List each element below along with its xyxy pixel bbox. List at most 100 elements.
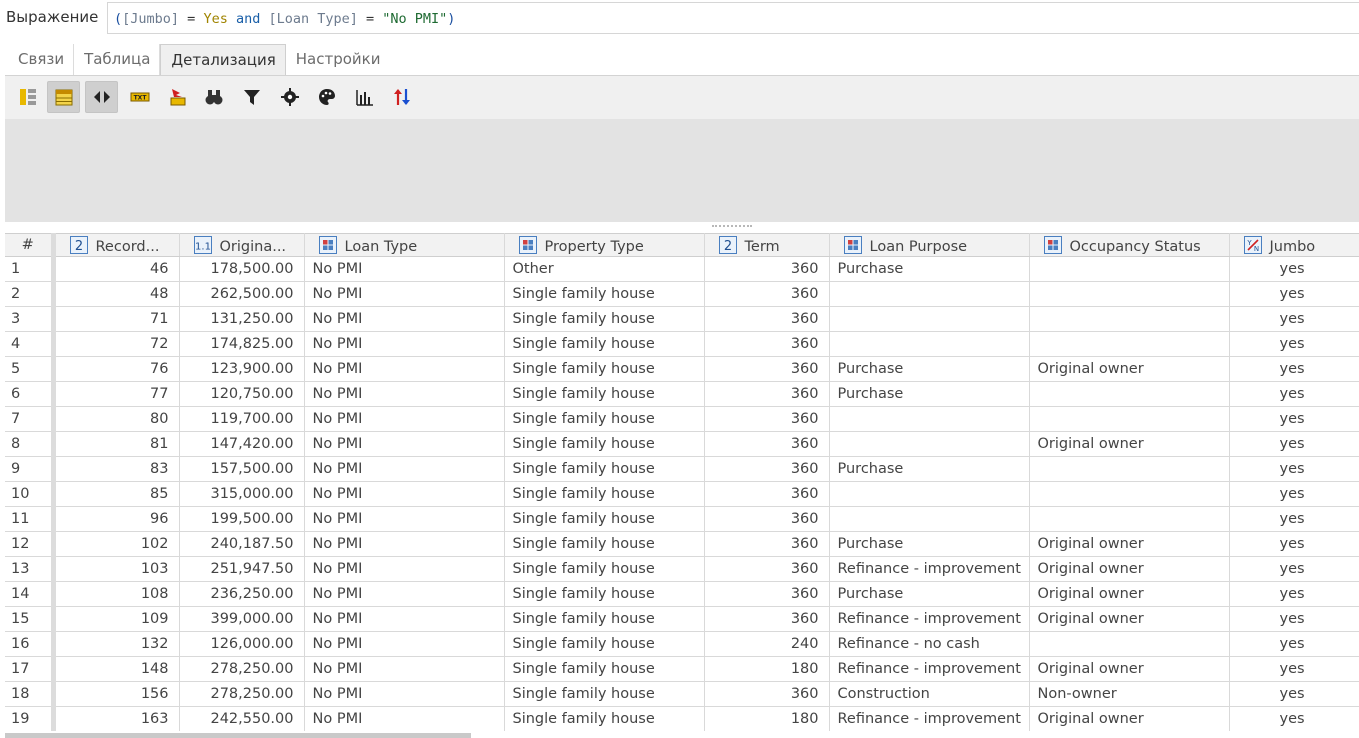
table-cell[interactable]: 174,825.00 [179,331,305,357]
table-cell[interactable] [829,481,1030,507]
column-header[interactable]: Property Type [504,233,705,257]
table-cell[interactable]: yes [1229,306,1359,332]
table-cell[interactable]: Single family house [504,556,705,582]
table-cell[interactable]: 13 [5,556,56,582]
table-row[interactable]: 2 48 262,500.00 No PMI Single family house 36… [5,281,1359,307]
table-cell[interactable]: 360 [704,556,830,582]
table-cell[interactable]: 7 [5,406,56,432]
table-button[interactable] [47,81,80,113]
table-cell[interactable]: Refinance - improvement [829,706,1030,731]
table-cell[interactable]: Single family house [504,481,705,507]
table-row[interactable]: 10 85 315,000.00 No PMI Single family house 3… [5,481,1359,507]
table-cell[interactable]: No PMI [304,706,505,731]
table-row[interactable]: 9 83 157,500.00 No PMI Single family house 36… [5,456,1359,482]
table-cell[interactable]: Single family house [504,306,705,332]
table-cell[interactable]: 16 [5,631,56,657]
table-cell[interactable]: Refinance - no cash [829,631,1030,657]
table-cell[interactable]: No PMI [304,481,505,507]
table-cell[interactable]: yes [1229,706,1359,731]
table-cell[interactable]: No PMI [304,306,505,332]
table-cell[interactable]: No PMI [304,581,505,607]
table-cell[interactable]: Purchase [829,581,1030,607]
table-cell[interactable] [1029,381,1230,407]
column-header[interactable]: Loan Purpose [829,233,1030,257]
tab-2[interactable]: Детализация [160,44,286,76]
tab-3[interactable]: Настройки [286,44,390,76]
table-cell[interactable]: yes [1229,456,1359,482]
table-cell[interactable]: Single family house [504,281,705,307]
table-cell[interactable]: Single family house [504,356,705,382]
table-cell[interactable] [829,331,1030,357]
table-cell[interactable]: 236,250.00 [179,581,305,607]
fit-width-button[interactable] [85,81,118,113]
sort-button[interactable] [385,81,418,113]
table-cell[interactable]: 131,250.00 [179,306,305,332]
table-cell[interactable]: 360 [704,356,830,382]
table-cell[interactable]: 199,500.00 [179,506,305,532]
table-row[interactable]: 17 148 278,250.00 No PMI Single family house… [5,656,1359,682]
table-cell[interactable]: Original owner [1029,706,1230,731]
table-cell[interactable]: 315,000.00 [179,481,305,507]
table-cell[interactable]: Single family house [504,681,705,707]
columns-button[interactable] [11,81,44,113]
table-cell[interactable]: 109 [53,606,180,632]
table-cell[interactable] [1029,331,1230,357]
table-cell[interactable]: Single family house [504,631,705,657]
table-cell[interactable]: No PMI [304,381,505,407]
table-cell[interactable]: yes [1229,431,1359,457]
table-cell[interactable] [1029,456,1230,482]
column-header[interactable]: 1.1 Origina... [179,233,305,257]
table-cell[interactable]: 360 [704,681,830,707]
binoculars-button[interactable] [197,81,230,113]
table-cell[interactable]: Single family house [504,531,705,557]
table-cell[interactable]: 77 [53,381,180,407]
table-cell[interactable]: yes [1229,581,1359,607]
column-header[interactable]: Occupancy Status [1029,233,1230,257]
table-cell[interactable]: 360 [704,456,830,482]
table-cell[interactable]: Single family house [504,381,705,407]
table-cell[interactable]: Original owner [1029,606,1230,632]
table-cell[interactable]: 360 [704,606,830,632]
table-cell[interactable]: Single family house [504,456,705,482]
table-cell[interactable]: 14 [5,581,56,607]
table-cell[interactable]: Original owner [1029,431,1230,457]
table-cell[interactable]: Other [504,256,705,282]
table-cell[interactable]: Single family house [504,606,705,632]
table-cell[interactable]: 72 [53,331,180,357]
table-cell[interactable]: Purchase [829,456,1030,482]
table-cell[interactable]: yes [1229,506,1359,532]
table-cell[interactable]: 262,500.00 [179,281,305,307]
table-row[interactable]: 12 102 240,187.50 No PMI Single family house… [5,531,1359,557]
tab-0[interactable]: Связи [8,44,75,76]
column-header[interactable]: Loan Type [304,233,505,257]
table-row[interactable]: 18 156 278,250.00 No PMI Single family house… [5,681,1359,707]
table-cell[interactable]: yes [1229,656,1359,682]
table-row[interactable]: 7 80 119,700.00 No PMI Single family house 36… [5,406,1359,432]
table-cell[interactable]: 163 [53,706,180,731]
table-cell[interactable]: 48 [53,281,180,307]
table-cell[interactable]: 9 [5,456,56,482]
table-cell[interactable]: 103 [53,556,180,582]
table-cell[interactable]: 360 [704,331,830,357]
table-cell[interactable]: 17 [5,656,56,682]
table-cell[interactable]: 399,000.00 [179,606,305,632]
table-cell[interactable] [1029,256,1230,282]
table-cell[interactable]: 81 [53,431,180,457]
table-cell[interactable]: 180 [704,656,830,682]
table-cell[interactable]: 2 [5,281,56,307]
table-cell[interactable]: Single family house [504,406,705,432]
table-cell[interactable]: 240 [704,631,830,657]
table-cell[interactable] [829,306,1030,332]
table-cell[interactable]: yes [1229,331,1359,357]
table-row[interactable]: 15 109 399,000.00 No PMI Single family house… [5,606,1359,632]
table-cell[interactable]: Purchase [829,531,1030,557]
table-cell[interactable]: Single family house [504,581,705,607]
table-cell[interactable]: yes [1229,556,1359,582]
table-cell[interactable]: 3 [5,306,56,332]
table-cell[interactable]: 251,947.50 [179,556,305,582]
table-cell[interactable]: 1 [5,256,56,282]
table-cell[interactable]: yes [1229,381,1359,407]
table-cell[interactable]: Original owner [1029,581,1230,607]
table-cell[interactable]: No PMI [304,656,505,682]
table-row[interactable]: 8 81 147,420.00 No PMI Single family house 36… [5,431,1359,457]
